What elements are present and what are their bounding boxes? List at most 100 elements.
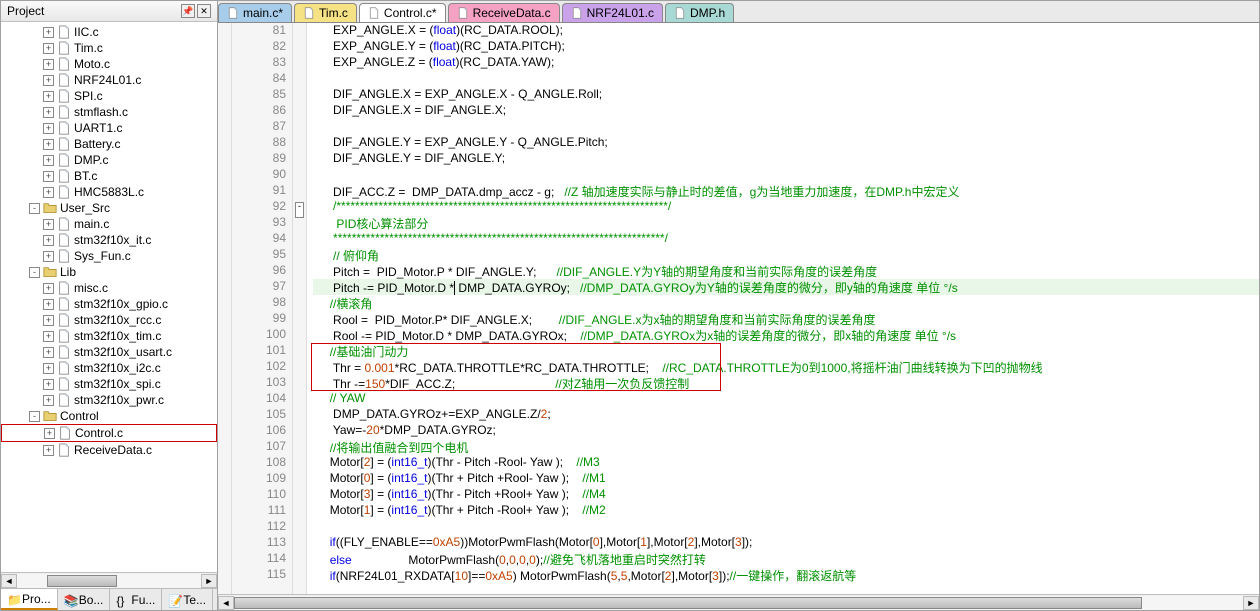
- tree-toggle-icon[interactable]: +: [43, 347, 54, 358]
- fold-toggle-icon[interactable]: -: [295, 202, 304, 218]
- tree-toggle-icon[interactable]: -: [29, 203, 40, 214]
- tree-toggle-icon[interactable]: +: [43, 91, 54, 102]
- code-line[interactable]: DIF_ANGLE.Y = DIF_ANGLE.Y;: [313, 151, 1259, 167]
- scroll-track[interactable]: [234, 596, 1243, 610]
- tree-file-spi-c[interactable]: +SPI.c: [1, 88, 217, 104]
- bottom-tab-0[interactable]: 📁Pro...: [1, 589, 58, 610]
- fold-column[interactable]: -: [293, 23, 307, 594]
- code-line[interactable]: DIF_ANGLE.X = DIF_ANGLE.X;: [313, 103, 1259, 119]
- code-line[interactable]: //基础油门动力: [313, 343, 1259, 359]
- tree-file-iic-c[interactable]: +IIC.c: [1, 24, 217, 40]
- code-line[interactable]: if(NRF24L01_RXDATA[10]==0xA5) MotorPwmFl…: [313, 567, 1259, 583]
- tree-file-stm32f10x-i2c-c[interactable]: +stm32f10x_i2c.c: [1, 360, 217, 376]
- code-line[interactable]: Rool -= PID_Motor.D * DMP_DATA.GYROx; //…: [313, 327, 1259, 343]
- tree-file-hmc5883l-c[interactable]: +HMC5883L.c: [1, 184, 217, 200]
- code-line[interactable]: //横滚角: [313, 295, 1259, 311]
- code-line[interactable]: Motor[1] = (int16_t)(Thr + Pitch -Rool+ …: [313, 503, 1259, 519]
- code-line[interactable]: /***************************************…: [313, 199, 1259, 215]
- scroll-right-icon[interactable]: ►: [1243, 596, 1259, 610]
- tree-toggle-icon[interactable]: +: [43, 123, 54, 134]
- code-line[interactable]: EXP_ANGLE.Y = (float)(RC_DATA.PITCH);: [313, 39, 1259, 55]
- scroll-track[interactable]: [17, 574, 201, 588]
- code-line[interactable]: Pitch = PID_Motor.P * DIF_ANGLE.Y; //DIF…: [313, 263, 1259, 279]
- tree-toggle-icon[interactable]: +: [43, 331, 54, 342]
- code-line[interactable]: PID核心算法部分: [313, 215, 1259, 231]
- code-line[interactable]: // 俯仰角: [313, 247, 1259, 263]
- project-tree[interactable]: +IIC.c+Tim.c+Moto.c+NRF24L01.c+SPI.c+stm…: [1, 22, 217, 572]
- code-line[interactable]: [313, 167, 1259, 183]
- code-line[interactable]: DMP_DATA.GYROz+=EXP_ANGLE.Z/2;: [313, 407, 1259, 423]
- tree-toggle-icon[interactable]: +: [43, 283, 54, 294]
- code-line[interactable]: Yaw=-20*DMP_DATA.GYROz;: [313, 423, 1259, 439]
- code-line[interactable]: // YAW: [313, 391, 1259, 407]
- tree-file-stm32f10x-pwr-c[interactable]: +stm32f10x_pwr.c: [1, 392, 217, 408]
- code-line[interactable]: Pitch -= PID_Motor.D * DMP_DATA.GYROy; /…: [313, 279, 1259, 295]
- tree-toggle-icon[interactable]: +: [43, 395, 54, 406]
- tree-toggle-icon[interactable]: -: [29, 267, 40, 278]
- file-tab-control-c-[interactable]: Control.c*: [359, 3, 446, 22]
- tree-toggle-icon[interactable]: +: [43, 315, 54, 326]
- code-line[interactable]: DIF_ANGLE.X = EXP_ANGLE.X - Q_ANGLE.Roll…: [313, 87, 1259, 103]
- file-tab-main-c-[interactable]: main.c*: [218, 3, 292, 22]
- code-lines[interactable]: EXP_ANGLE.X = (float)(RC_DATA.ROOL); EXP…: [307, 23, 1259, 594]
- bottom-tab-3[interactable]: 📝Te...: [162, 589, 213, 610]
- code-line[interactable]: Motor[0] = (int16_t)(Thr + Pitch +Rool- …: [313, 471, 1259, 487]
- code-line[interactable]: Thr -=150*DIF_ACC.Z; //对Z轴用一次负反馈控制: [313, 375, 1259, 391]
- tree-toggle-icon[interactable]: +: [43, 139, 54, 150]
- tree-file-control-c[interactable]: +Control.c: [1, 424, 217, 442]
- scroll-thumb[interactable]: [47, 575, 117, 587]
- code-line[interactable]: EXP_ANGLE.Z = (float)(RC_DATA.YAW);: [313, 55, 1259, 71]
- tree-toggle-icon[interactable]: +: [43, 107, 54, 118]
- tree-file-main-c[interactable]: +main.c: [1, 216, 217, 232]
- tree-file-uart1-c[interactable]: +UART1.c: [1, 120, 217, 136]
- tree-toggle-icon[interactable]: +: [43, 187, 54, 198]
- tree-toggle-icon[interactable]: +: [43, 363, 54, 374]
- code-line[interactable]: if((FLY_ENABLE==0xA5))MotorPwmFlash(Moto…: [313, 535, 1259, 551]
- code-line[interactable]: DIF_ANGLE.Y = EXP_ANGLE.Y - Q_ANGLE.Pitc…: [313, 135, 1259, 151]
- tree-toggle-icon[interactable]: +: [43, 75, 54, 86]
- tree-toggle-icon[interactable]: +: [43, 43, 54, 54]
- tree-toggle-icon[interactable]: -: [29, 411, 40, 422]
- bottom-tab-2[interactable]: {}Fu...: [110, 589, 162, 610]
- file-tab-tim-c[interactable]: Tim.c: [294, 3, 357, 22]
- tree-toggle-icon[interactable]: +: [43, 299, 54, 310]
- file-tab-receivedata-c[interactable]: ReceiveData.c: [448, 3, 560, 22]
- tree-file-dmp-c[interactable]: +DMP.c: [1, 152, 217, 168]
- tree-toggle-icon[interactable]: +: [44, 428, 55, 439]
- fold-cell[interactable]: -: [293, 202, 306, 218]
- code-line[interactable]: Thr = 0.001*RC_DATA.THROTTLE*RC_DATA.THR…: [313, 359, 1259, 375]
- project-hscroll[interactable]: ◄ ►: [1, 572, 217, 588]
- scroll-right-icon[interactable]: ►: [201, 574, 217, 588]
- tree-file-stm32f10x-it-c[interactable]: +stm32f10x_it.c: [1, 232, 217, 248]
- scroll-left-icon[interactable]: ◄: [218, 596, 234, 610]
- file-tab-dmp-h[interactable]: DMP.h: [665, 3, 734, 22]
- tree-file-receivedata-c[interactable]: +ReceiveData.c: [1, 442, 217, 458]
- code-line[interactable]: else MotorPwmFlash(0,0,0,0);//避免飞机落地重启时突…: [313, 551, 1259, 567]
- tree-file-tim-c[interactable]: +Tim.c: [1, 40, 217, 56]
- code-line[interactable]: DIF_ACC.Z = DMP_DATA.dmp_accz - g; //Z 轴…: [313, 183, 1259, 199]
- code-line[interactable]: ****************************************…: [313, 231, 1259, 247]
- tree-file-stm32f10x-usart-c[interactable]: +stm32f10x_usart.c: [1, 344, 217, 360]
- tree-toggle-icon[interactable]: +: [43, 219, 54, 230]
- code-line[interactable]: //将输出值融合到四个电机: [313, 439, 1259, 455]
- tree-file-moto-c[interactable]: +Moto.c: [1, 56, 217, 72]
- tree-toggle-icon[interactable]: +: [43, 155, 54, 166]
- code-line[interactable]: [313, 519, 1259, 535]
- scroll-left-icon[interactable]: ◄: [1, 574, 17, 588]
- tree-file-stm32f10x-gpio-c[interactable]: +stm32f10x_gpio.c: [1, 296, 217, 312]
- editor-hscroll[interactable]: ◄ ►: [218, 594, 1259, 610]
- tree-file-battery-c[interactable]: +Battery.c: [1, 136, 217, 152]
- tree-toggle-icon[interactable]: +: [43, 251, 54, 262]
- tree-toggle-icon[interactable]: +: [43, 235, 54, 246]
- tree-toggle-icon[interactable]: +: [43, 379, 54, 390]
- tree-toggle-icon[interactable]: +: [43, 59, 54, 70]
- code-line[interactable]: Motor[3] = (int16_t)(Thr - Pitch +Rool+ …: [313, 487, 1259, 503]
- tree-file-stm32f10x-rcc-c[interactable]: +stm32f10x_rcc.c: [1, 312, 217, 328]
- tree-file-bt-c[interactable]: +BT.c: [1, 168, 217, 184]
- tree-file-misc-c[interactable]: +misc.c: [1, 280, 217, 296]
- tree-toggle-icon[interactable]: +: [43, 171, 54, 182]
- file-tab-nrf24l01-c[interactable]: NRF24L01.c: [562, 3, 663, 22]
- panel-pin-icon[interactable]: 📌: [181, 4, 195, 18]
- scroll-thumb[interactable]: [234, 597, 1142, 609]
- tree-folder-user-src[interactable]: -User_Src: [1, 200, 217, 216]
